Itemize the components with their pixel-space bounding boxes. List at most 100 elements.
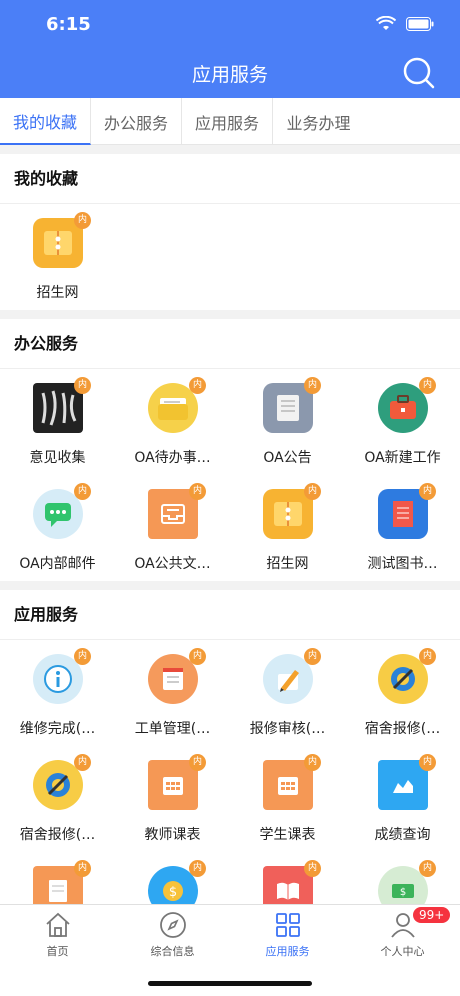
envelope-icon: 内 xyxy=(33,212,91,268)
briefcase-icon: 内 xyxy=(378,377,436,433)
info-icon: 内 xyxy=(33,648,91,704)
service-item[interactable]: $ 内 xyxy=(345,852,460,904)
apps-section: 应用服务 内 维修完成(… 内 工单管理(… 内 报修审核(… 内 宿舍报修(…… xyxy=(0,590,460,904)
internal-badge: 内 xyxy=(74,860,91,877)
service-item[interactable]: 内 xyxy=(230,852,345,904)
internal-badge: 内 xyxy=(419,754,436,771)
internal-badge: 内 xyxy=(189,377,206,394)
money-icon: $ 内 xyxy=(378,860,436,904)
internal-badge: 内 xyxy=(189,648,206,665)
tabbar-profile[interactable]: 99+ 个人中心 xyxy=(345,905,460,965)
page-title: 应用服务 xyxy=(191,64,268,86)
item-label: 招生网 xyxy=(266,556,309,572)
service-item[interactable]: 内 维修完成(… xyxy=(0,640,115,746)
area-chart-icon: 内 xyxy=(378,754,436,810)
item-label: 教师课表 xyxy=(144,827,201,843)
battery-icon xyxy=(406,17,434,31)
pen-icon: 内 xyxy=(263,648,321,704)
wifi-icon xyxy=(376,16,396,30)
services-content: 我的收藏 内 招生网 办公服务 内 意见收集 内 OA待办事… 内 OA公告 内… xyxy=(0,154,460,904)
status-icons xyxy=(376,16,434,32)
service-item[interactable]: 内 意见收集 xyxy=(0,369,115,475)
svg-text:$: $ xyxy=(400,887,406,898)
internal-badge: 内 xyxy=(419,377,436,394)
tab-favorites[interactable]: 我的收藏 xyxy=(0,98,91,145)
service-item[interactable]: 内 宿舍报修(… xyxy=(0,746,115,852)
tab-office[interactable]: 办公服务 xyxy=(91,98,182,145)
internal-badge: 内 xyxy=(304,483,321,500)
service-item[interactable]: 内 报修审核(… xyxy=(230,640,345,746)
home-icon xyxy=(46,912,70,937)
item-label: OA公告 xyxy=(263,450,312,466)
item-label: 意见收集 xyxy=(29,450,86,466)
calligraphy-icon: 内 xyxy=(33,377,91,433)
tabbar-info[interactable]: 综合信息 xyxy=(115,905,230,965)
app-screen: 6:15 应用服务 我的收藏 办公服务 应用服务 业务办理 我的收藏 内 招生网… xyxy=(0,0,460,996)
favorites-section: 我的收藏 内 招生网 xyxy=(0,154,460,310)
internal-badge: 内 xyxy=(74,648,91,665)
header: 6:15 应用服务 xyxy=(0,0,460,98)
service-item[interactable]: 内 OA新建工作 xyxy=(345,369,460,475)
internal-badge: 内 xyxy=(74,483,91,500)
tab-business[interactable]: 业务办理 xyxy=(273,98,364,145)
item-label: OA新建工作 xyxy=(364,450,441,466)
envelope-icon: 内 xyxy=(263,483,321,539)
notification-badge: 99+ xyxy=(413,907,451,923)
office-grid: 内 意见收集 内 OA待办事… 内 OA公告 内 OA新建工作 内 OA内部邮件… xyxy=(0,369,460,581)
tabbar-label: 首页 xyxy=(46,945,69,958)
tab-apps[interactable]: 应用服务 xyxy=(182,98,273,145)
tabbar-apps[interactable]: 应用服务 xyxy=(230,905,345,965)
notice-board-icon: 内 xyxy=(263,377,321,433)
internal-badge: 内 xyxy=(419,483,436,500)
document-icon: 内 xyxy=(378,483,436,539)
service-item[interactable]: 内 教师课表 xyxy=(115,746,230,852)
compass-icon xyxy=(160,912,186,938)
service-item[interactable]: 内 xyxy=(0,852,115,904)
internal-badge: 内 xyxy=(304,377,321,394)
service-item[interactable]: 内 OA公共文… xyxy=(115,475,230,581)
item-label: 工单管理(… xyxy=(134,721,211,737)
internal-badge: 内 xyxy=(304,648,321,665)
chat-icon: 内 xyxy=(33,483,91,539)
service-item[interactable]: 内 学生课表 xyxy=(230,746,345,852)
bottom-tabbar: 首页 综合信息 应用服务 99+ 个人中心 xyxy=(0,904,460,996)
service-item[interactable]: 内 OA待办事… xyxy=(115,369,230,475)
item-label: 测试图书… xyxy=(367,556,438,572)
office-section: 办公服务 内 意见收集 内 OA待办事… 内 OA公告 内 OA新建工作 内 O… xyxy=(0,319,460,581)
service-item[interactable]: 内 招生网 xyxy=(0,204,115,310)
apps-grid: 内 维修完成(… 内 工单管理(… 内 报修审核(… 内 宿舍报修(… 内 宿舍… xyxy=(0,640,460,904)
search-icon[interactable] xyxy=(402,56,436,90)
service-item[interactable]: 内 宿舍报修(… xyxy=(345,640,460,746)
list-icon: 内 xyxy=(148,648,206,704)
section-title: 办公服务 xyxy=(0,319,460,369)
item-label: 成绩查询 xyxy=(374,827,431,843)
favorites-grid: 内 招生网 xyxy=(0,204,460,310)
svg-text:$: $ xyxy=(169,885,177,900)
internal-badge: 内 xyxy=(189,483,206,500)
item-label: OA待办事… xyxy=(134,450,211,466)
tabbar-label: 应用服务 xyxy=(265,945,310,958)
category-tabs: 我的收藏 办公服务 应用服务 业务办理 xyxy=(0,98,460,145)
folder-icon: 内 xyxy=(148,377,206,433)
service-item[interactable]: 内 成绩查询 xyxy=(345,746,460,852)
tabbar-label: 个人中心 xyxy=(380,945,425,958)
service-item[interactable]: 内 招生网 xyxy=(230,475,345,581)
internal-badge: 内 xyxy=(74,377,91,394)
item-label: 宿舍报修(… xyxy=(19,827,96,843)
form-icon: 内 xyxy=(33,860,91,904)
service-item[interactable]: 内 工单管理(… xyxy=(115,640,230,746)
internal-badge: 内 xyxy=(189,860,206,877)
service-item[interactable]: 内 测试图书… xyxy=(345,475,460,581)
item-label: OA公共文… xyxy=(134,556,211,572)
section-title: 应用服务 xyxy=(0,590,460,640)
service-item[interactable]: $ 内 xyxy=(115,852,230,904)
tabbar-home[interactable]: 首页 xyxy=(0,905,115,965)
inbox-tray-icon: 内 xyxy=(148,483,206,539)
calendar-icon: 内 xyxy=(148,754,206,810)
service-item[interactable]: 内 OA公告 xyxy=(230,369,345,475)
coin-icon: $ 内 xyxy=(148,860,206,904)
status-time: 6:15 xyxy=(46,14,91,35)
book-icon: 内 xyxy=(263,860,321,904)
service-item[interactable]: 内 OA内部邮件 xyxy=(0,475,115,581)
item-label: 学生课表 xyxy=(259,827,316,843)
